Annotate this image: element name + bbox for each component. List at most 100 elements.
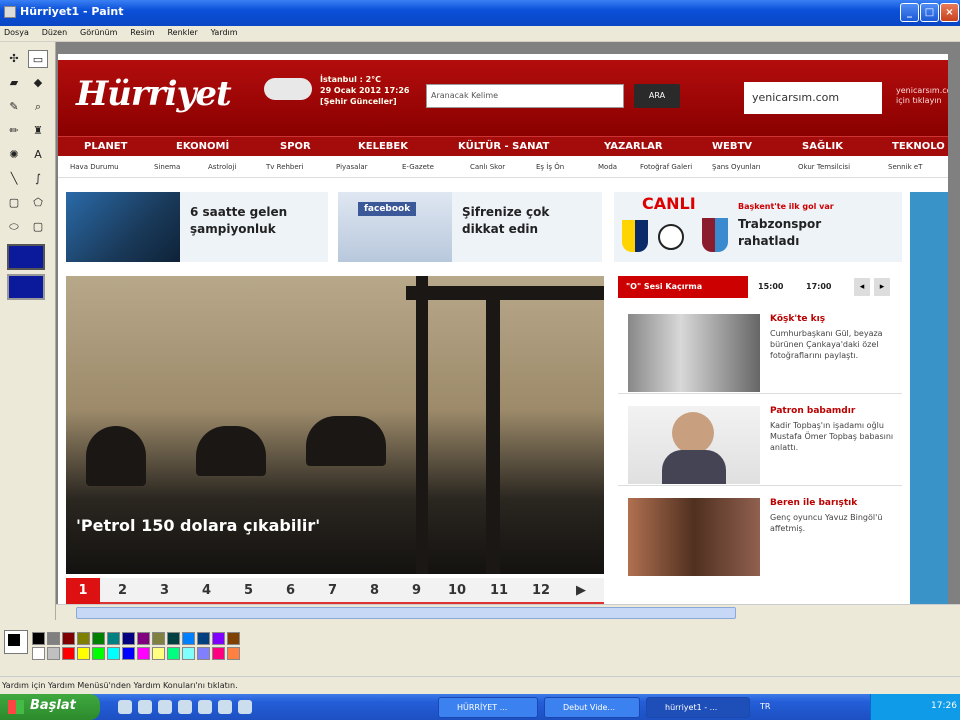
color-swatch[interactable] [107, 647, 120, 660]
color-swatch[interactable] [77, 632, 90, 645]
color-swatch[interactable] [197, 632, 210, 645]
color-swatch[interactable] [152, 632, 165, 645]
color-swatch[interactable] [227, 647, 240, 660]
current-colors[interactable] [4, 630, 28, 654]
color-swatch[interactable] [47, 632, 60, 645]
color-swatch[interactable] [62, 647, 75, 660]
pencil-icon[interactable]: ✏ [4, 122, 24, 140]
brush-icon[interactable]: ♜ [28, 122, 48, 140]
pager-item: 10 [448, 583, 467, 598]
trabzonspor-crest-icon [702, 218, 728, 252]
close-button[interactable]: × [940, 3, 959, 22]
facebook-label: facebook [358, 202, 417, 216]
fill-bucket-icon[interactable]: ◆ [28, 74, 48, 92]
quicklaunch-icon[interactable] [158, 700, 172, 714]
rectangle-icon[interactable]: ▢ [4, 194, 24, 212]
eraser-icon[interactable]: ▰ [4, 74, 24, 92]
color-swatch[interactable] [107, 632, 120, 645]
color-swatch[interactable] [122, 632, 135, 645]
color-swatch[interactable] [92, 647, 105, 660]
menu-colors[interactable]: Renkler [163, 26, 203, 37]
quicklaunch-icon[interactable] [118, 700, 132, 714]
color-swatch[interactable] [77, 647, 90, 660]
color-swatch[interactable] [122, 647, 135, 660]
drawing-canvas[interactable]: Hürriyet İstanbul : 2°C 29 Ocak 2012 17:… [56, 42, 960, 620]
taskbar-task[interactable]: HÜRRİYET ... [438, 697, 538, 718]
pumpjack-shape [196, 426, 266, 476]
color-swatch[interactable] [137, 647, 150, 660]
line-icon[interactable]: ╲ [4, 170, 24, 188]
pager-item: 8 [370, 583, 380, 598]
weather-change-city: [Şehir Günceller] [320, 97, 397, 106]
color-swatch[interactable] [182, 632, 195, 645]
tv-tag: "O" Sesi Kaçırma [618, 276, 748, 298]
curve-icon[interactable]: ∫ [28, 170, 48, 188]
color-swatch[interactable] [227, 632, 240, 645]
color-swatch[interactable] [212, 632, 225, 645]
menu-image[interactable]: Resim [126, 26, 160, 37]
nav-item: EKONOMİ [176, 141, 230, 152]
quicklaunch-icon[interactable] [178, 700, 192, 714]
nav-item: YAZARLAR [604, 141, 663, 152]
paint-app-icon [4, 6, 16, 18]
nav-item: PLANET [84, 141, 128, 152]
taskbar-task-active[interactable]: hürriyet1 - ... [646, 697, 750, 718]
search-input: Aranacak Kelime [426, 84, 624, 108]
rect-select-icon[interactable]: ▭ [28, 50, 48, 68]
clock[interactable]: 17:26 [931, 701, 957, 711]
polygon-icon[interactable]: ⬠ [28, 194, 48, 212]
magnifier-icon[interactable]: ⌕ [28, 98, 48, 116]
menu-file[interactable]: Dosya [0, 26, 35, 37]
pager-next-icon: ▶ [576, 583, 586, 598]
color-swatch[interactable] [152, 647, 165, 660]
color-swatch[interactable] [32, 632, 45, 645]
tool-option-transparent[interactable] [7, 274, 45, 300]
derrick-shape [416, 276, 428, 574]
ellipse-icon[interactable]: ⬭ [4, 218, 24, 236]
tool-option-opaque[interactable] [7, 244, 45, 270]
main-nav: PLANET EKONOMİ SPOR KELEBEK KÜLTÜR - SAN… [58, 136, 948, 156]
rounded-rect-icon[interactable]: ▢ [28, 218, 48, 236]
language-indicator[interactable]: TR [760, 702, 770, 711]
subnav-item: Astroloji [208, 163, 237, 171]
color-picker-icon[interactable]: ✎ [4, 98, 24, 116]
quicklaunch-icon[interactable] [198, 700, 212, 714]
horizontal-scrollbar[interactable] [56, 604, 960, 620]
quicklaunch-icon[interactable] [238, 700, 252, 714]
scroll-thumb[interactable] [76, 607, 736, 619]
menu-help[interactable]: Yardım [207, 26, 244, 37]
color-swatch[interactable] [167, 647, 180, 660]
nav-item: TEKNOLO [892, 141, 945, 152]
color-swatch[interactable] [62, 632, 75, 645]
subnav-item: Piyasalar [336, 163, 368, 171]
color-swatch[interactable] [137, 632, 150, 645]
promo-card: 6 saatte gelen şampiyonluk [66, 192, 328, 262]
menu-edit[interactable]: Düzen [38, 26, 73, 37]
tv-schedule-bar: "O" Sesi Kaçırma 15:00 17:00 ◂ ▸ [618, 276, 902, 298]
derrick-shape [486, 296, 500, 574]
free-select-icon[interactable]: ✣ [4, 50, 24, 68]
news-item: Patron babamdır Kadir Topbaş'ın işadamı … [618, 402, 902, 486]
color-swatch[interactable] [197, 647, 210, 660]
weather-city: İstanbul : 2°C [320, 75, 382, 84]
quicklaunch-icon[interactable] [138, 700, 152, 714]
color-swatch[interactable] [47, 647, 60, 660]
color-swatch[interactable] [92, 632, 105, 645]
ad-banner: yenicarsım.com [744, 82, 882, 114]
maximize-button[interactable]: □ [920, 3, 939, 22]
color-swatch[interactable] [32, 647, 45, 660]
color-swatch[interactable] [167, 632, 180, 645]
text-icon[interactable]: A [28, 146, 48, 164]
color-swatch[interactable] [182, 647, 195, 660]
start-button[interactable]: Başlat [0, 694, 100, 720]
window-title: Hürriyet1 - Paint [20, 5, 124, 18]
airbrush-icon[interactable]: ✺ [4, 146, 24, 164]
pager-item: 9 [412, 583, 422, 598]
windows-flag-icon [8, 700, 24, 714]
quicklaunch-icon[interactable] [218, 700, 232, 714]
minimize-button[interactable]: _ [900, 3, 919, 22]
weather-date: 29 Ocak 2012 17:26 [320, 86, 410, 95]
color-swatch[interactable] [212, 647, 225, 660]
taskbar-task[interactable]: Debut Vide... [544, 697, 640, 718]
menu-view[interactable]: Görünüm [76, 26, 123, 37]
